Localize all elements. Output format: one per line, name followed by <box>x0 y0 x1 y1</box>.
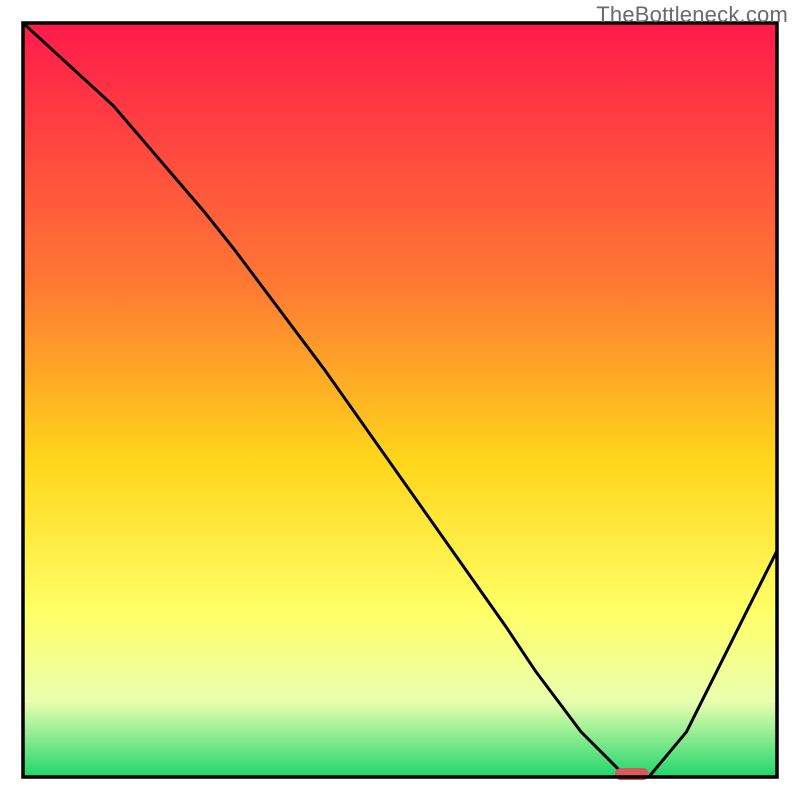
gradient-background <box>23 23 777 777</box>
bottleneck-chart <box>0 0 800 800</box>
watermark-text: TheBottleneck.com <box>596 2 788 28</box>
chart-container: TheBottleneck.com <box>0 0 800 800</box>
